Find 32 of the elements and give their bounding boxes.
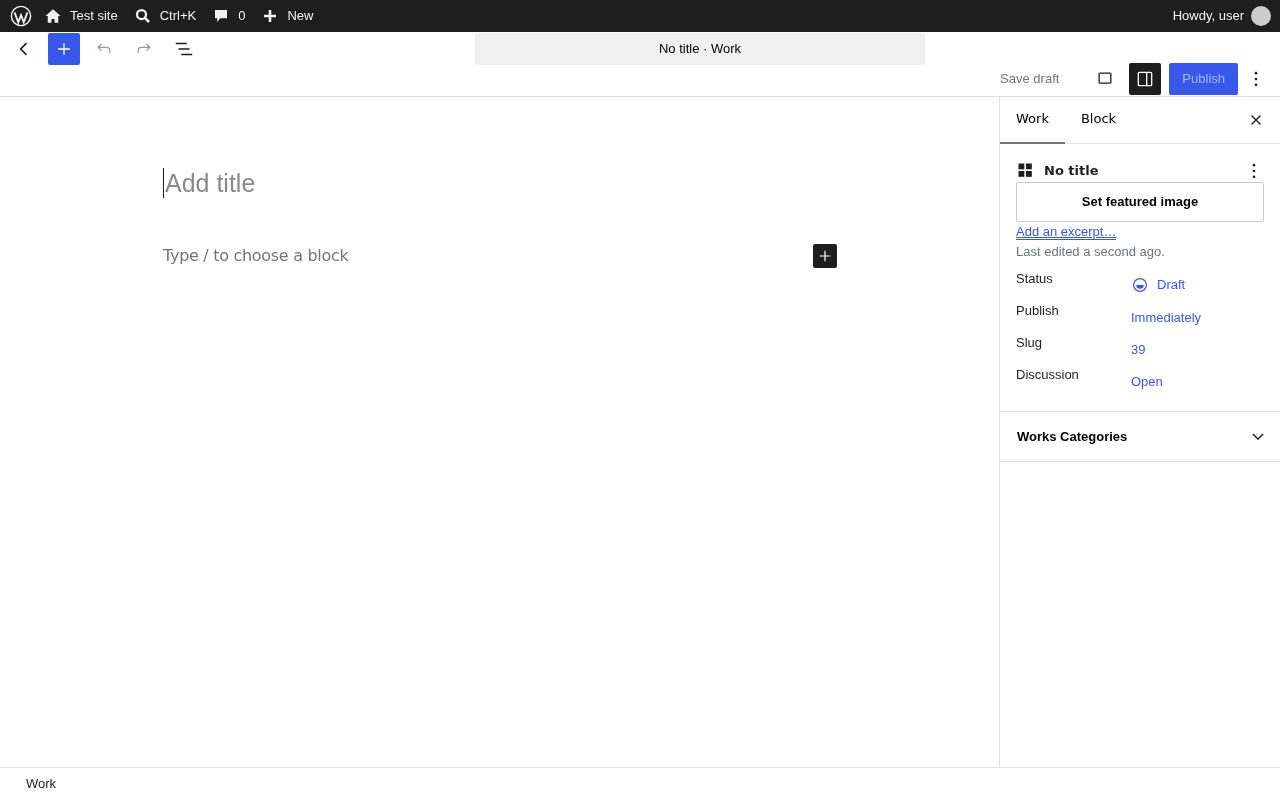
settings-button[interactable] [1129,63,1162,95]
last-edited-text: Last edited a second ago. [1016,242,1166,261]
house-icon [44,7,62,25]
greeting-text[interactable]: Howdy, user [1172,6,1244,26]
sidebar-tab[interactable]: Work [1000,96,1065,144]
document-title-bar[interactable]: No title · Work [475,33,925,65]
sidebar-tab[interactable]: Block [1064,96,1133,144]
save-draft-button[interactable]: Save draft [994,68,1066,90]
set-featured-image-button[interactable]: Set featured image [1016,182,1264,222]
excerpt-link[interactable]: Add an excerpt… [1016,224,1117,240]
panel-header[interactable]: Works Categories [1000,411,1280,462]
field-label: Slug [1016,334,1044,352]
avatar-icon[interactable] [1251,6,1271,26]
add-block-button[interactable] [48,33,80,65]
field-label: Publish [1016,302,1060,320]
half-circle-icon [1131,276,1149,294]
field-value-link[interactable]: 39 [1131,335,1146,365]
wordpress-logo-icon[interactable] [10,5,32,27]
field-label: Discussion [1016,366,1080,384]
admin-bar-link[interactable]: 0 [204,6,254,26]
field-value-link[interactable]: Open [1131,367,1163,397]
field-value-link[interactable]: Immediately [1131,303,1202,333]
inserter-button[interactable] [813,244,837,268]
admin-bar-link[interactable]: Test site [36,6,126,26]
post-title: No title [1044,162,1099,181]
field-value-link[interactable]: Draft [1131,269,1186,301]
field-label: Status [1016,270,1054,288]
search-icon [133,7,152,25]
breadcrumb-link[interactable]: Work [26,774,57,794]
admin-bar-link[interactable]: Ctrl+K [125,6,205,26]
block-placeholder[interactable]: Type / to choose a block [163,244,349,268]
admin-bar-link[interactable]: New [253,6,322,26]
